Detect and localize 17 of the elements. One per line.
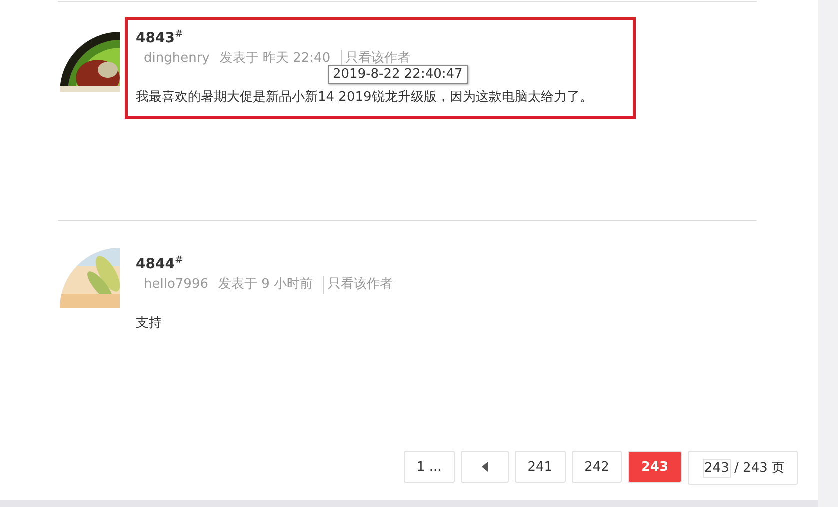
page-input[interactable]: 243 [702,458,731,478]
author-name: hello7996 [144,276,208,294]
post-text: 我最喜欢的暑期大促是新品小新14 2019锐龙升级版，因为这款电脑太给力了。 [136,88,594,107]
floor-number: 4843$^{#}$ [136,28,184,48]
page-total: / 243 页 [734,460,785,477]
page-button[interactable]: 242 [572,451,622,483]
previous-page-button[interactable] [460,451,509,483]
author-name: dinghenry [144,50,210,68]
floor-number: 4844$^{#}$ [136,254,184,274]
page-button[interactable]: 243 [628,451,682,483]
first-page-button[interactable]: 1 ... [404,451,455,483]
post-time: 发表于 9 小时前 [218,276,314,294]
caret-left-icon [482,462,488,472]
time-tooltip: 2019-8-22 22:40:47 [328,65,468,84]
post-time: 发表于 昨天 22:40 [220,50,331,68]
page-button[interactable]: 241 [514,451,566,483]
post-text: 支持 [136,314,163,333]
